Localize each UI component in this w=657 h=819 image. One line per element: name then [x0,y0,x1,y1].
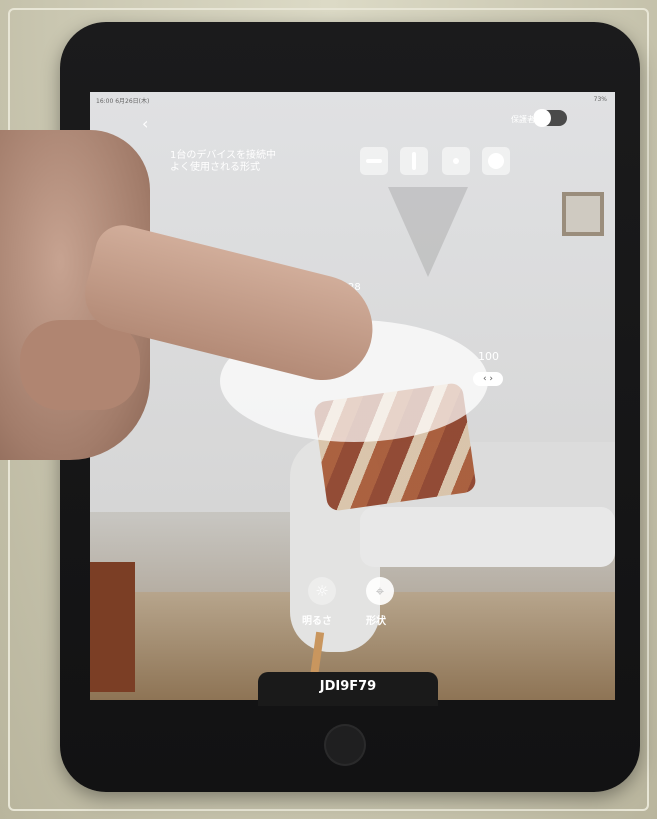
status-time: 16:00 6月26日(木) [96,98,150,105]
dot-icon [453,158,459,164]
circle-icon [488,153,504,169]
app-screen: 16:00 6月26日(木) 73% ‹ 保護者 1台のデバイスを接続中 よく使… [90,92,615,700]
hand-knuckle [20,320,140,410]
shape-circle-button[interactable] [482,147,510,175]
toggle-label: 保護者 [511,115,535,124]
wall-picture-frame [562,192,604,236]
side-table [90,562,135,692]
shape-target-icon[interactable]: ⌖ [366,577,394,605]
shape-vertical-button[interactable] [400,147,428,175]
shape-dot-button[interactable] [442,147,470,175]
parent-mode-toggle[interactable] [533,109,567,127]
sofa-seat [360,507,615,567]
status-battery: 73% [593,96,607,103]
shape-label: 形状 [366,616,386,627]
devices-info: 1台のデバイスを接続中 よく使用される形式 [170,150,276,174]
wall-art-triangle [388,187,468,277]
brightness-label: 明るさ [302,616,332,627]
brightness-icon[interactable]: ☼ [308,577,336,605]
chevron-left-icon[interactable]: ‹ [142,114,148,133]
horizontal-bar-icon [366,159,382,163]
device-name-tab[interactable]: JDI9F79 [258,672,438,706]
toggle-knob [533,109,551,127]
frequent-format-text: よく使用される形式 [170,162,260,173]
home-button[interactable] [324,724,366,766]
left-right-arrows-icon[interactable]: ‹ › [473,372,503,386]
shape-horizontal-button[interactable] [360,147,388,175]
ellipse-width-value: 100 [478,350,499,363]
devices-connected-text: 1台のデバイスを接続中 [170,150,277,161]
vertical-bar-icon [412,152,416,170]
